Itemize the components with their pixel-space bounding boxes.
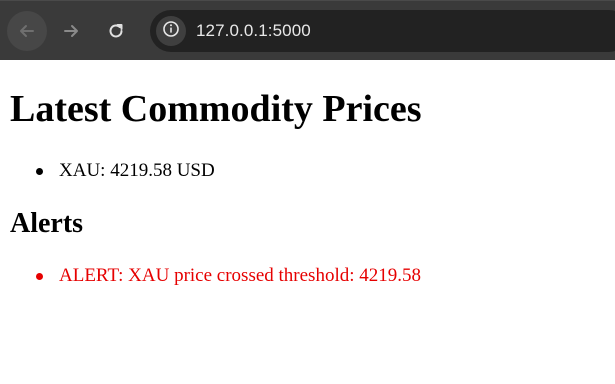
forward-button[interactable] [51, 11, 91, 51]
price-text: XAU: 4219.58 USD [59, 160, 215, 181]
page-title: Latest Commodity Prices [10, 88, 422, 130]
forward-arrow-icon [61, 21, 81, 41]
alert-text: ALERT: XAU price crossed threshold: 4219… [59, 265, 422, 286]
address-bar[interactable]: 127.0.0.1:5000 [150, 10, 615, 52]
site-info-button[interactable] [156, 16, 186, 46]
bullet-icon [36, 167, 43, 175]
bullet-icon [36, 272, 43, 280]
reload-button[interactable] [96, 11, 136, 51]
back-button[interactable] [7, 11, 47, 51]
reload-icon [106, 21, 126, 41]
url-text[interactable]: 127.0.0.1:5000 [196, 21, 311, 41]
site-info-icon [162, 20, 180, 43]
browser-toolbar: 127.0.0.1:5000 [0, 0, 615, 60]
list-item: XAU: 4219.58 USD [36, 160, 215, 182]
back-arrow-icon [17, 21, 37, 41]
alerts-heading: Alerts [10, 208, 84, 239]
list-item: ALERT: XAU price crossed threshold: 4219… [36, 265, 421, 287]
